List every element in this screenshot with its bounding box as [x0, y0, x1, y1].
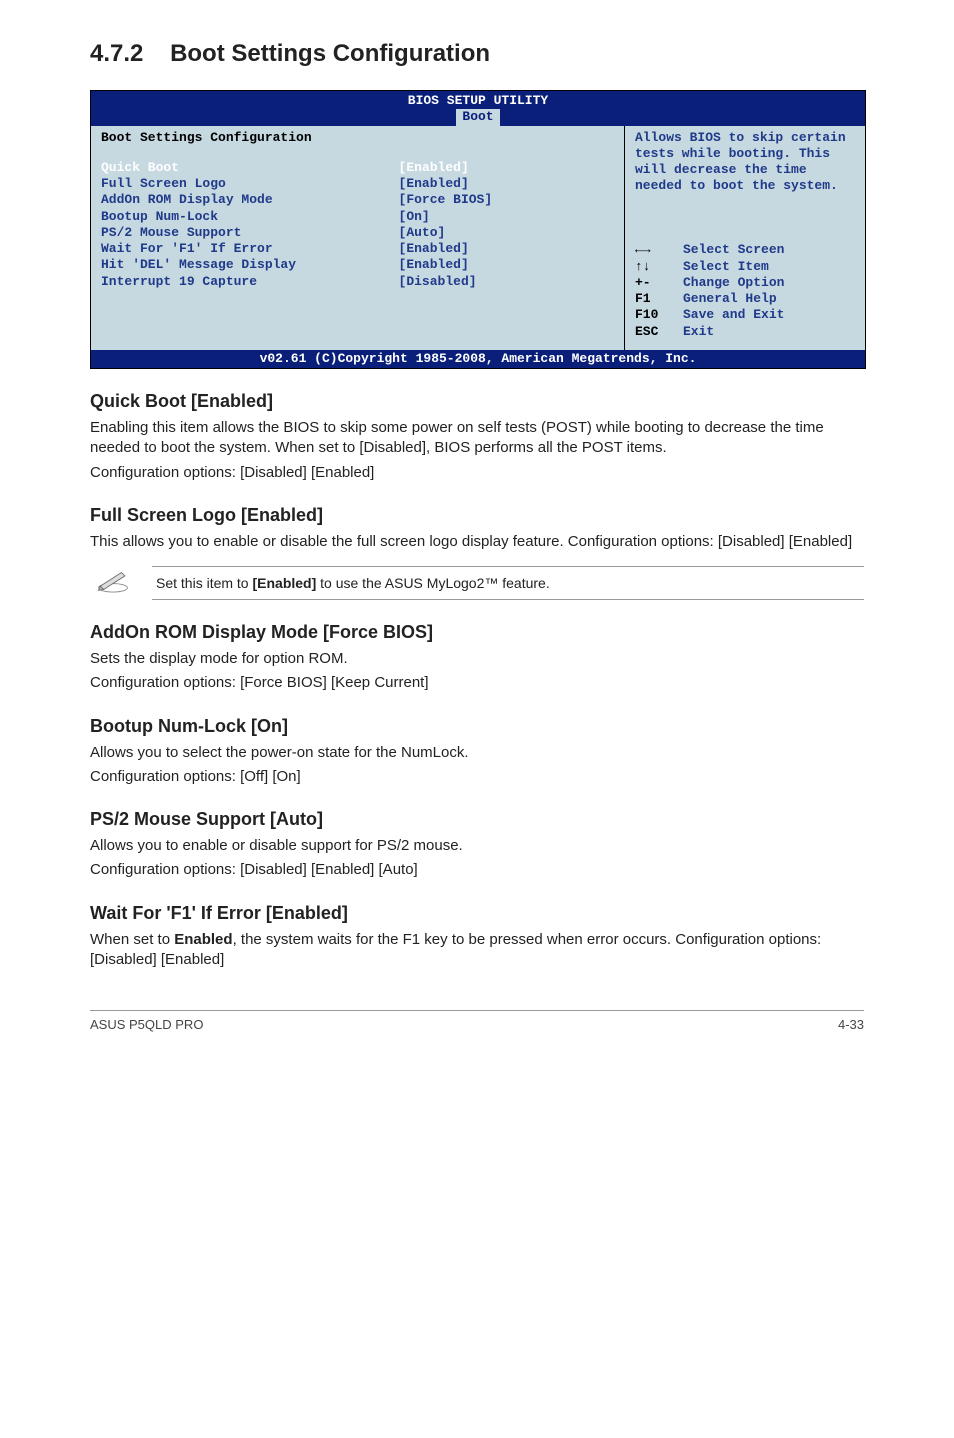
bios-footer: v02.61 (C)Copyright 1985-2008, American … — [91, 350, 865, 368]
bios-setting-value: [On] — [399, 209, 430, 225]
waitf1-pre: When set to — [90, 931, 174, 948]
bios-nav-key: F10 — [635, 307, 683, 323]
ps2-heading: PS/2 Mouse Support [Auto] — [90, 809, 864, 830]
fullscreen-heading: Full Screen Logo [Enabled] — [90, 505, 864, 526]
bios-setting-label: PS/2 Mouse Support — [101, 225, 399, 241]
bios-nav-key: ←→ — [635, 242, 683, 258]
footer-right: 4-33 — [838, 1017, 864, 1032]
bios-nav-key: ESC — [635, 324, 683, 340]
section-heading: 4.7.2 Boot Settings Configuration — [90, 40, 864, 68]
bios-nav-key: ↑↓ — [635, 259, 683, 275]
bios-setting-value: [Enabled] — [399, 160, 469, 176]
bios-setting-label: Wait For 'F1' If Error — [101, 241, 399, 257]
bios-setting-label: Hit 'DEL' Message Display — [101, 257, 399, 273]
note-pre: Set this item to — [156, 575, 252, 591]
numlock-heading: Bootup Num-Lock [On] — [90, 716, 864, 737]
bios-help-panel: Allows BIOS to skip certain tests while … — [625, 126, 865, 350]
bios-setting-row[interactable]: Bootup Num-Lock[On] — [101, 209, 614, 225]
section-title-text: Boot Settings Configuration — [170, 40, 490, 67]
quickboot-p2: Configuration options: [Disabled] [Enabl… — [90, 463, 864, 483]
bios-setting-row[interactable]: AddOn ROM Display Mode[Force BIOS] — [101, 192, 614, 208]
pencil-icon — [90, 569, 136, 598]
bios-setting-label: Bootup Num-Lock — [101, 209, 399, 225]
bios-nav-keys: ←→Select Screen↑↓Select Item+-Change Opt… — [635, 242, 855, 340]
addon-heading: AddOn ROM Display Mode [Force BIOS] — [90, 622, 864, 643]
bios-setting-value: [Force BIOS] — [399, 192, 493, 208]
numlock-p2: Configuration options: [Off] [On] — [90, 767, 864, 787]
waitf1-heading: Wait For 'F1' If Error [Enabled] — [90, 903, 864, 924]
bios-nav-desc: Select Screen — [683, 242, 784, 258]
bios-setting-row[interactable]: Full Screen Logo[Enabled] — [101, 176, 614, 192]
bios-setting-label: Full Screen Logo — [101, 176, 399, 192]
bios-setting-value: [Disabled] — [399, 274, 477, 290]
bios-setting-row[interactable]: Interrupt 19 Capture[Disabled] — [101, 274, 614, 290]
quickboot-p1: Enabling this item allows the BIOS to sk… — [90, 418, 864, 459]
note-bold: [Enabled] — [252, 575, 316, 591]
bios-nav-desc: Change Option — [683, 275, 784, 291]
bios-setting-value: [Enabled] — [399, 176, 469, 192]
bios-setting-row[interactable]: PS/2 Mouse Support[Auto] — [101, 225, 614, 241]
bios-nav-row: ESCExit — [635, 324, 855, 340]
bios-nav-desc: General Help — [683, 291, 777, 307]
fullscreen-p1: This allows you to enable or disable the… — [90, 532, 864, 552]
bios-nav-key: +- — [635, 275, 683, 291]
bios-setting-value: [Auto] — [399, 225, 446, 241]
bios-nav-key: F1 — [635, 291, 683, 307]
waitf1-bold: Enabled — [174, 931, 232, 948]
section-number: 4.7.2 — [90, 40, 143, 67]
bios-title: BIOS SETUP UTILITY — [91, 91, 865, 109]
addon-p1: Sets the display mode for option ROM. — [90, 649, 864, 669]
bios-help-text: Allows BIOS to skip certain tests while … — [635, 130, 855, 195]
bios-nav-row: ←→Select Screen — [635, 242, 855, 258]
bios-setting-value: [Enabled] — [399, 241, 469, 257]
ps2-p2: Configuration options: [Disabled] [Enabl… — [90, 860, 864, 880]
bios-nav-row: ↑↓Select Item — [635, 259, 855, 275]
numlock-p1: Allows you to select the power-on state … — [90, 743, 864, 763]
bios-tab-row: Boot — [91, 109, 865, 125]
bios-nav-desc: Save and Exit — [683, 307, 784, 323]
bios-nav-desc: Select Item — [683, 259, 769, 275]
bios-tab-boot[interactable]: Boot — [456, 109, 499, 125]
bios-nav-row: +-Change Option — [635, 275, 855, 291]
bios-setting-label: Interrupt 19 Capture — [101, 274, 399, 290]
quickboot-heading: Quick Boot [Enabled] — [90, 391, 864, 412]
footer-left: ASUS P5QLD PRO — [90, 1017, 203, 1032]
note-post: to use the ASUS MyLogo2™ feature. — [316, 575, 549, 591]
bios-nav-row: F10Save and Exit — [635, 307, 855, 323]
ps2-p1: Allows you to enable or disable support … — [90, 836, 864, 856]
bios-window: BIOS SETUP UTILITY Boot Boot Settings Co… — [90, 90, 866, 369]
bios-setting-value: [Enabled] — [399, 257, 469, 273]
waitf1-p: When set to Enabled, the system waits fo… — [90, 930, 864, 971]
bios-setting-row[interactable]: Hit 'DEL' Message Display[Enabled] — [101, 257, 614, 273]
note-text: Set this item to [Enabled] to use the AS… — [152, 566, 864, 600]
bios-nav-row: F1General Help — [635, 291, 855, 307]
addon-p2: Configuration options: [Force BIOS] [Kee… — [90, 673, 864, 693]
bios-nav-desc: Exit — [683, 324, 714, 340]
bios-setting-label: AddOn ROM Display Mode — [101, 192, 399, 208]
bios-setting-row[interactable]: Quick Boot[Enabled] — [101, 160, 614, 176]
bios-config-header: Boot Settings Configuration — [101, 130, 614, 146]
note-block: Set this item to [Enabled] to use the AS… — [90, 566, 864, 600]
bios-setting-row[interactable]: Wait For 'F1' If Error[Enabled] — [101, 241, 614, 257]
bios-setting-label: Quick Boot — [101, 160, 399, 176]
page-footer: ASUS P5QLD PRO 4-33 — [90, 1010, 864, 1032]
bios-settings-panel: Boot Settings Configuration Quick Boot[E… — [91, 126, 625, 350]
